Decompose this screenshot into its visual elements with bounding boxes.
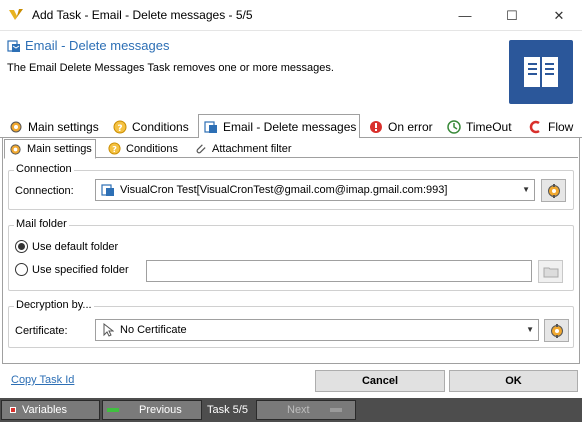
connection-dropdown[interactable]: VisualCron Test[VisualCronTest@gmail.com… [95, 179, 535, 201]
tab-label: Conditions [132, 120, 189, 134]
email-task-icon [101, 183, 115, 197]
previous-label: Previous [139, 404, 182, 416]
subtab-main-settings[interactable]: Main settings [4, 139, 96, 159]
tab-label: Email - Delete messages [223, 119, 357, 134]
svg-text:?: ? [117, 124, 122, 134]
cursor-icon [101, 323, 115, 337]
folder-icon [543, 267, 558, 277]
next-label: Next [287, 404, 310, 416]
email-task-icon [7, 40, 20, 52]
main-tab-strip: Main settings ? Conditions Email - Delet… [0, 114, 582, 139]
previous-button[interactable]: Previous [102, 400, 202, 420]
certificate-dropdown[interactable]: No Certificate ▼ [95, 319, 539, 341]
radio-dot [15, 263, 28, 276]
tab-main-settings[interactable]: Main settings [4, 116, 108, 138]
specified-folder-input[interactable] [146, 260, 532, 282]
gear-icon [8, 142, 22, 156]
certificate-label: Certificate: [15, 325, 68, 337]
timeout-icon [446, 119, 462, 135]
subtab-conditions[interactable]: ? Conditions [104, 139, 184, 158]
chevron-down-icon: ▼ [522, 185, 530, 194]
chevron-down-icon: ▼ [526, 325, 534, 334]
task-title: Email - Delete messages [25, 38, 170, 53]
tab-label: TimeOut [466, 120, 512, 134]
gear-icon [550, 323, 563, 338]
task-counter: Task 5/5 [207, 404, 248, 416]
group-title: Connection [14, 163, 74, 175]
copy-task-id-link[interactable]: Copy Task Id [11, 374, 74, 386]
task-header: Email - Delete messages The Email Delete… [0, 32, 582, 112]
tab-timeout[interactable]: TimeOut [442, 116, 522, 138]
next-arrow-icon [329, 408, 342, 412]
email-task-icon [203, 119, 219, 135]
radio-label: Use default folder [32, 240, 119, 253]
visualcron-logo-icon [9, 9, 23, 20]
use-specified-folder-radio[interactable]: Use specified folder [15, 263, 129, 276]
gear-icon [8, 119, 24, 135]
tab-flow[interactable]: Flow [524, 116, 582, 138]
connection-settings-button[interactable] [541, 179, 566, 202]
connection-value: VisualCron Test[VisualCronTest@gmail.com… [120, 184, 448, 196]
group-title: Mail folder [14, 218, 69, 230]
close-button[interactable]: ✕ [536, 0, 582, 31]
flow-icon [528, 119, 544, 135]
tab-label: Flow [548, 120, 574, 134]
sub-tab-strip: Main settings ? Conditions Attachment fi… [4, 138, 578, 159]
status-bar: Variables Previous Task 5/5 Next [0, 398, 582, 422]
question-icon: ? [107, 142, 121, 156]
maximize-button[interactable]: ☐ [489, 0, 535, 31]
tab-email-delete-messages[interactable]: Email - Delete messages [198, 114, 360, 139]
radio-label: Use specified folder [32, 263, 129, 276]
variables-button[interactable]: Variables [1, 400, 100, 420]
subtab-attachment-filter[interactable]: Attachment filter [190, 139, 306, 158]
certificate-value: No Certificate [120, 324, 187, 336]
ok-button[interactable]: OK [449, 370, 578, 392]
radio-dot [15, 240, 28, 253]
variables-icon [10, 407, 16, 413]
gear-icon [547, 183, 560, 198]
tab-label: On error [388, 120, 433, 134]
tab-conditions[interactable]: ? Conditions [108, 116, 198, 138]
next-button[interactable]: Next [256, 400, 356, 420]
connection-label: Connection: [15, 185, 74, 197]
cancel-button[interactable]: Cancel [315, 370, 445, 392]
tab-on-error[interactable]: On error [364, 116, 440, 138]
error-icon [368, 119, 384, 135]
variables-label: Variables [22, 404, 68, 416]
svg-text:?: ? [112, 144, 117, 154]
browse-folder-button[interactable] [538, 260, 563, 283]
window-title: Add Task - Email - Delete messages - 5/5 [32, 8, 253, 22]
certificate-settings-button[interactable] [544, 319, 569, 342]
question-icon: ? [112, 119, 128, 135]
title-bar: Add Task - Email - Delete messages - 5/5… [0, 0, 582, 31]
subtab-label: Main settings [27, 143, 92, 155]
paperclip-icon [193, 142, 207, 156]
subtab-label: Conditions [126, 142, 178, 155]
tab-label: Main settings [28, 120, 99, 134]
minimize-button[interactable]: — [442, 0, 488, 31]
previous-arrow-icon [107, 408, 119, 412]
use-default-folder-radio[interactable]: Use default folder [15, 240, 118, 253]
group-title: Decryption by... [14, 299, 94, 311]
document-icon [509, 40, 573, 104]
task-description: The Email Delete Messages Task removes o… [7, 62, 334, 74]
subtab-label: Attachment filter [212, 142, 292, 155]
